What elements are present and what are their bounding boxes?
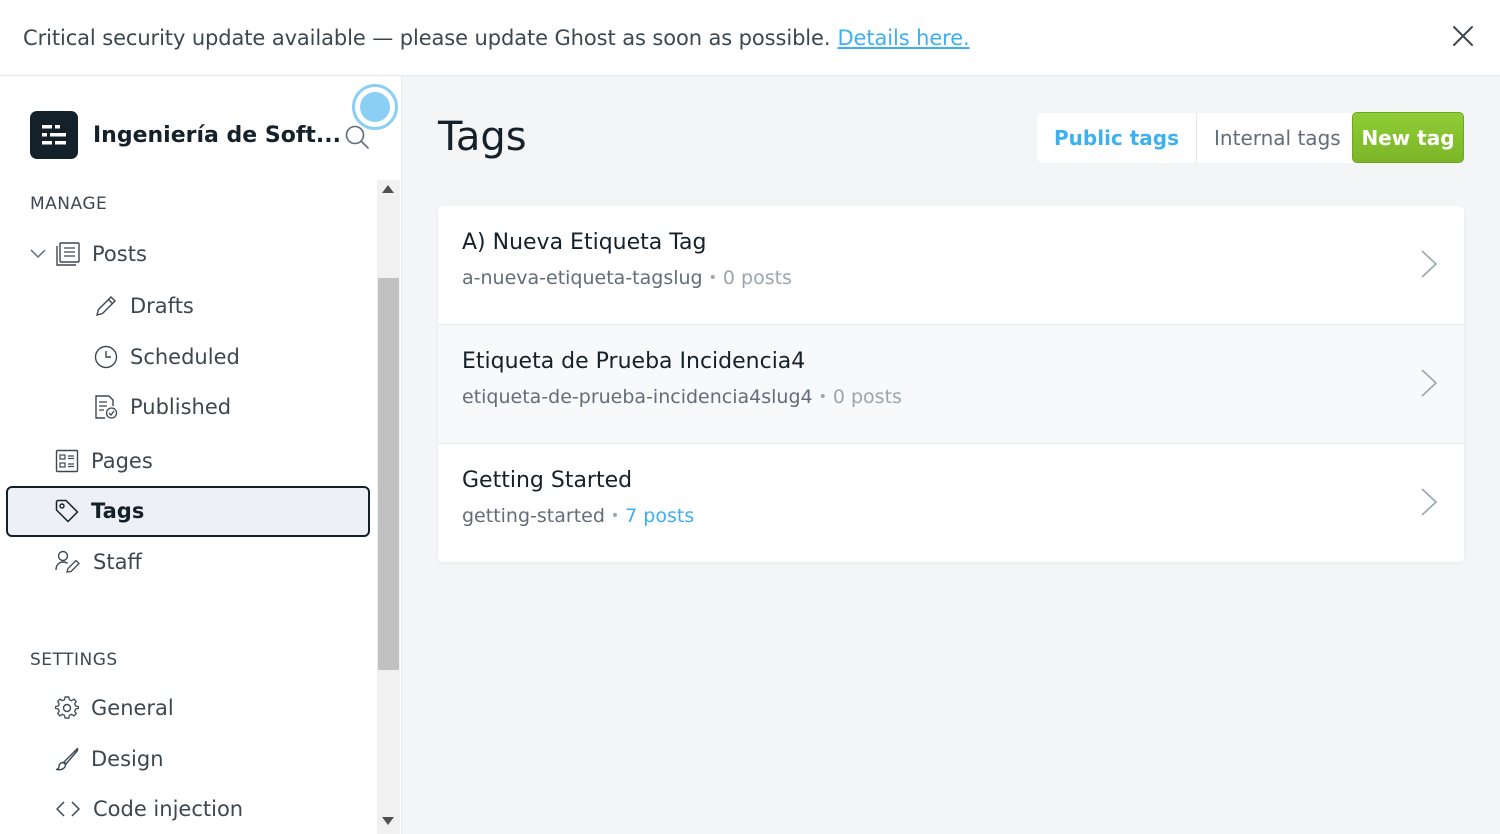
tag-meta: getting-started • 7 posts bbox=[462, 505, 694, 527]
sidebar-item-posts[interactable]: Posts bbox=[30, 242, 147, 266]
pencil-icon bbox=[96, 296, 116, 316]
brush-icon bbox=[55, 747, 79, 771]
tag-type-tabs: Public tags Internal tags bbox=[1037, 113, 1358, 163]
scroll-down-arrow-icon[interactable] bbox=[382, 817, 394, 825]
list-item[interactable]: Etiqueta de Prueba Incidencia4 etiqueta-… bbox=[438, 325, 1464, 444]
sidebar-nav: MANAGE Posts Drafts Scheduled Published … bbox=[0, 180, 376, 834]
scroll-thumb[interactable] bbox=[378, 278, 399, 670]
sidebar: Ingeniería de Soft... MANAGE Posts Draft… bbox=[0, 76, 402, 834]
separator-dot: • bbox=[708, 270, 717, 286]
tab-internal-tags[interactable]: Internal tags bbox=[1197, 113, 1358, 163]
gear-icon bbox=[55, 696, 79, 719]
sidebar-item-label: Design bbox=[91, 747, 164, 771]
sidebar-item-tags[interactable]: Tags bbox=[55, 499, 144, 523]
brand-logo[interactable] bbox=[30, 111, 78, 159]
separator-dot: • bbox=[818, 389, 827, 405]
list-item[interactable]: Getting Started getting-started • 7 post… bbox=[438, 444, 1464, 562]
tag-post-count: 0 posts bbox=[832, 386, 902, 408]
tag-post-count: 0 posts bbox=[722, 267, 792, 289]
tag-slug: etiqueta-de-prueba-incidencia4slug4 bbox=[462, 386, 813, 408]
tag-name: Etiqueta de Prueba Incidencia4 bbox=[462, 349, 806, 374]
cursor-indicator bbox=[352, 84, 398, 130]
staff-icon bbox=[55, 550, 80, 573]
sidebar-item-drafts[interactable]: Drafts bbox=[94, 294, 194, 318]
tag-meta: etiqueta-de-prueba-incidencia4slug4 • 0 … bbox=[462, 386, 902, 408]
site-title[interactable]: Ingeniería de Soft... bbox=[93, 123, 341, 148]
chevron-right-icon bbox=[1421, 488, 1438, 516]
update-banner: Critical security update available — ple… bbox=[0, 0, 1500, 76]
code-icon bbox=[56, 801, 80, 817]
ghost-logo-icon bbox=[42, 125, 66, 145]
sidebar-item-label: Posts bbox=[92, 242, 147, 266]
sidebar-scrollbar[interactable] bbox=[377, 180, 400, 834]
tag-meta: a-nueva-etiqueta-tagslug • 0 posts bbox=[462, 267, 792, 289]
list-item[interactable]: A) Nueva Etiqueta Tag a-nueva-etiqueta-t… bbox=[438, 206, 1464, 325]
tag-post-count[interactable]: 7 posts bbox=[625, 505, 694, 527]
banner-text: Critical security update available — ple… bbox=[23, 25, 831, 50]
tag-name: Getting Started bbox=[462, 468, 633, 493]
sidebar-item-label: Tags bbox=[91, 499, 145, 523]
sidebar-item-scheduled[interactable]: Scheduled bbox=[94, 345, 240, 369]
tag-slug: getting-started bbox=[462, 505, 605, 527]
sidebar-item-label: Staff bbox=[93, 550, 142, 574]
close-icon[interactable] bbox=[1452, 25, 1474, 47]
section-manage: MANAGE bbox=[30, 194, 108, 214]
section-settings: SETTINGS bbox=[30, 650, 118, 670]
sidebar-item-code-injection[interactable]: Code injection bbox=[55, 797, 243, 821]
tag-icon bbox=[55, 499, 79, 523]
chevron-down-icon[interactable] bbox=[30, 249, 46, 259]
sidebar-item-label: General bbox=[91, 696, 174, 720]
tab-public-tags[interactable]: Public tags bbox=[1037, 113, 1198, 163]
new-tag-button[interactable]: New tag bbox=[1352, 112, 1464, 163]
tag-name: A) Nueva Etiqueta Tag bbox=[462, 230, 707, 255]
sidebar-item-pages[interactable]: Pages bbox=[55, 449, 153, 473]
page-title: Tags bbox=[438, 114, 527, 160]
sidebar-item-label: Code injection bbox=[93, 797, 244, 821]
sidebar-item-staff[interactable]: Staff bbox=[55, 550, 142, 574]
posts-icon bbox=[56, 242, 80, 266]
sidebar-item-label: Scheduled bbox=[130, 345, 240, 369]
sidebar-item-design[interactable]: Design bbox=[55, 747, 164, 771]
sidebar-item-general[interactable]: General bbox=[55, 696, 174, 720]
sidebar-item-label: Published bbox=[130, 395, 232, 419]
tag-slug: a-nueva-etiqueta-tagslug bbox=[462, 267, 703, 289]
sidebar-item-label: Drafts bbox=[130, 294, 194, 318]
published-icon bbox=[95, 395, 118, 419]
clock-icon bbox=[94, 345, 118, 369]
chevron-right-icon bbox=[1421, 369, 1438, 397]
main-content: Tags Public tags Internal tags New tag A… bbox=[402, 76, 1500, 834]
chevron-right-icon bbox=[1421, 250, 1438, 278]
tag-list: A) Nueva Etiqueta Tag a-nueva-etiqueta-t… bbox=[438, 206, 1464, 562]
pages-icon bbox=[55, 449, 79, 473]
banner-details-link[interactable]: Details here. bbox=[837, 26, 969, 50]
scroll-up-arrow-icon[interactable] bbox=[382, 185, 394, 193]
sidebar-item-label: Pages bbox=[91, 449, 153, 473]
sidebar-item-published[interactable]: Published bbox=[94, 395, 231, 419]
separator-dot: • bbox=[610, 508, 620, 524]
